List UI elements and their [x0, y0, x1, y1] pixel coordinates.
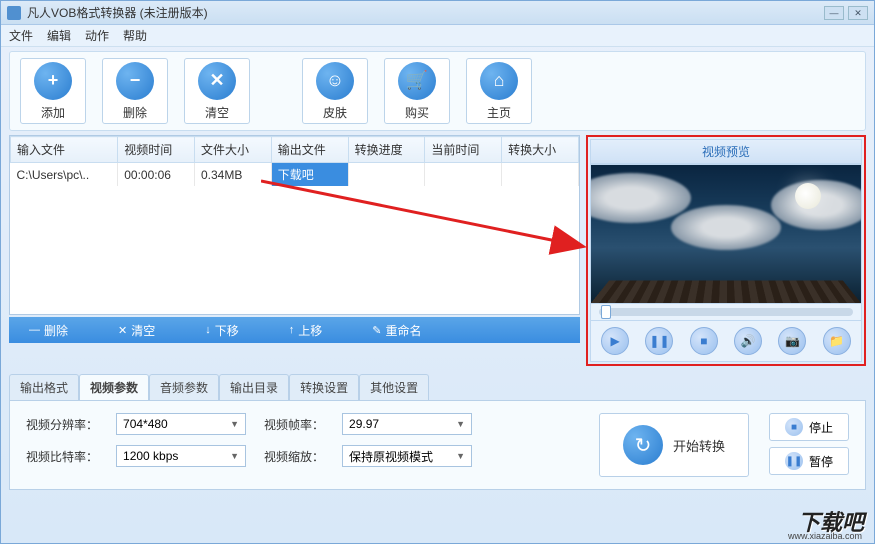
add-label: 添加: [41, 104, 65, 121]
chevron-down-icon: ▼: [456, 419, 465, 429]
x-icon: ✕: [198, 62, 236, 100]
arrow-up-icon: ↑: [289, 324, 295, 336]
resolution-combo[interactable]: 704*480▼: [116, 413, 246, 435]
col-videotime[interactable]: 视频时间: [118, 137, 195, 163]
cell-input: C:\Users\pc\..: [11, 163, 118, 187]
file-table[interactable]: 输入文件 视频时间 文件大小 输出文件 转换进度 当前时间 转换大小 C:\Us…: [9, 135, 580, 315]
house-icon: ⌂: [480, 62, 518, 100]
list-delete[interactable]: —删除: [29, 322, 68, 339]
toolbar: + 添加 − 删除 ✕ 清空 ☺ 皮肤 🛒 购买 ⌂ 主页: [9, 51, 866, 131]
minus-icon: —: [29, 324, 40, 336]
bitrate-combo[interactable]: 1200 kbps▼: [116, 445, 246, 467]
clear-label: 清空: [205, 104, 229, 121]
minimize-button[interactable]: —: [824, 6, 844, 20]
x-icon: ✕: [118, 324, 127, 337]
cart-icon: 🛒: [398, 62, 436, 100]
preview-title: 视频预览: [590, 139, 862, 164]
list-movedown[interactable]: ↓下移: [205, 322, 239, 339]
volume-button[interactable]: 🔊: [734, 327, 762, 355]
stop-convert-button[interactable]: ■ 停止: [769, 413, 849, 441]
skin-button[interactable]: ☺ 皮肤: [302, 58, 368, 124]
stop-icon: ■: [785, 418, 803, 436]
col-convsize[interactable]: 转换大小: [502, 137, 579, 163]
scale-label: 视频缩放：: [264, 448, 324, 465]
camera-button[interactable]: 📷: [778, 327, 806, 355]
col-progress[interactable]: 转换进度: [348, 137, 425, 163]
pause-convert-button[interactable]: ❚❚ 暂停: [769, 447, 849, 475]
buy-label: 购买: [405, 104, 429, 121]
menu-action[interactable]: 动作: [85, 27, 109, 44]
tab-convert-settings[interactable]: 转换设置: [289, 374, 359, 400]
add-button[interactable]: + 添加: [20, 58, 86, 124]
clear-button[interactable]: ✕ 清空: [184, 58, 250, 124]
start-label: 开始转换: [673, 436, 725, 455]
watermark-url: www.xiazaiba.com: [788, 531, 862, 541]
home-label: 主页: [487, 104, 511, 121]
delete-button[interactable]: − 删除: [102, 58, 168, 124]
framerate-label: 视频帧率：: [264, 416, 324, 433]
bitrate-label: 视频比特率：: [26, 448, 98, 465]
cell-output: 下载吧: [271, 163, 348, 187]
preview-video[interactable]: [590, 164, 862, 304]
preview-panel: 视频预览 ▶ ❚❚ ■ 🔊 📷 📁: [586, 135, 866, 366]
cell-convsize: [502, 163, 579, 187]
list-clear[interactable]: ✕清空: [118, 322, 155, 339]
chevron-down-icon: ▼: [230, 419, 239, 429]
titlebar: 凡人VOB格式转换器 (未注册版本) — ✕: [1, 1, 874, 25]
seek-slider[interactable]: [590, 304, 862, 321]
cell-progress: [348, 163, 425, 187]
table-row[interactable]: C:\Users\pc\.. 00:00:06 0.34MB 下载吧: [11, 163, 579, 187]
skin-label: 皮肤: [323, 104, 347, 121]
cell-curtime: [425, 163, 502, 187]
menubar: 文件 编辑 动作 帮助: [1, 25, 874, 47]
framerate-combo[interactable]: 29.97▼: [342, 413, 472, 435]
cell-filesize: 0.34MB: [195, 163, 272, 187]
menu-edit[interactable]: 编辑: [47, 27, 71, 44]
delete-label: 删除: [123, 104, 147, 121]
open-button[interactable]: 📁: [823, 327, 851, 355]
media-controls: ▶ ❚❚ ■ 🔊 📷 📁: [590, 321, 862, 362]
scale-combo[interactable]: 保持原视频模式▼: [342, 445, 472, 467]
app-icon: [7, 6, 21, 20]
menu-file[interactable]: 文件: [9, 27, 33, 44]
arrow-down-icon: ↓: [205, 324, 211, 336]
resolution-label: 视频分辨率：: [26, 416, 98, 433]
edit-icon: ✎: [372, 324, 381, 337]
settings-tabs: 输出格式 视频参数 音频参数 输出目录 转换设置 其他设置: [9, 374, 866, 400]
tab-other-settings[interactable]: 其他设置: [359, 374, 429, 400]
col-curtime[interactable]: 当前时间: [425, 137, 502, 163]
menu-help[interactable]: 帮助: [123, 27, 147, 44]
start-convert-button[interactable]: ↻ 开始转换: [599, 413, 749, 477]
tab-output-dir[interactable]: 输出目录: [219, 374, 289, 400]
chevron-down-icon: ▼: [230, 451, 239, 461]
chevron-down-icon: ▼: [456, 451, 465, 461]
list-moveup[interactable]: ↑上移: [289, 322, 323, 339]
col-filesize[interactable]: 文件大小: [195, 137, 272, 163]
pause-icon: ❚❚: [785, 452, 803, 470]
minus-icon: −: [116, 62, 154, 100]
tab-video-params[interactable]: 视频参数: [79, 374, 149, 400]
window-title: 凡人VOB格式转换器 (未注册版本): [27, 4, 824, 21]
play-button[interactable]: ▶: [601, 327, 629, 355]
home-button[interactable]: ⌂ 主页: [466, 58, 532, 124]
col-output[interactable]: 输出文件: [271, 137, 348, 163]
plus-icon: +: [34, 62, 72, 100]
list-rename[interactable]: ✎重命名: [372, 322, 421, 339]
buy-button[interactable]: 🛒 购买: [384, 58, 450, 124]
settings-panel: 视频分辨率： 704*480▼ 视频帧率： 29.97▼ 视频比特率： 1200…: [9, 400, 866, 490]
refresh-icon: ↻: [623, 425, 663, 465]
moon-icon: [795, 183, 821, 209]
pause-button[interactable]: ❚❚: [645, 327, 673, 355]
tab-output-format[interactable]: 输出格式: [9, 374, 79, 400]
list-actionbar: —删除 ✕清空 ↓下移 ↑上移 ✎重命名: [9, 317, 580, 343]
smile-icon: ☺: [316, 62, 354, 100]
close-button[interactable]: ✕: [848, 6, 868, 20]
app-window: 凡人VOB格式转换器 (未注册版本) — ✕ 文件 编辑 动作 帮助 + 添加 …: [0, 0, 875, 544]
stop-button[interactable]: ■: [690, 327, 718, 355]
tab-audio-params[interactable]: 音频参数: [149, 374, 219, 400]
cell-videotime: 00:00:06: [118, 163, 195, 187]
col-input[interactable]: 输入文件: [11, 137, 118, 163]
